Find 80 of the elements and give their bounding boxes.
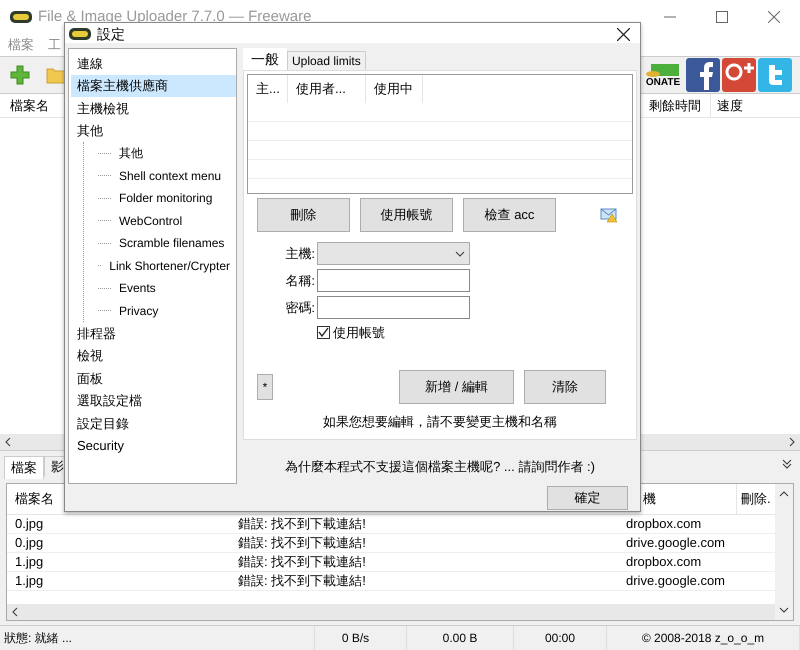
column-header[interactable]: 主...	[248, 75, 288, 103]
menu-item[interactable]: 檔案	[8, 35, 34, 55]
table-cell-text: drive.google.com	[625, 572, 726, 590]
button[interactable]: 新增 / 編輯	[399, 370, 514, 404]
maximize-icon[interactable]	[716, 11, 728, 23]
table-cell-text: 錯誤: 找不到下載連結!	[237, 515, 367, 534]
scroll-left-icon[interactable]	[4, 437, 12, 447]
tree-item[interactable]: Scramble filenames	[113, 232, 230, 254]
status-text: 0.00 B	[407, 626, 514, 650]
menu-item[interactable]: 工	[48, 35, 61, 55]
scroll-right-icon[interactable]	[788, 437, 796, 447]
table-cell-text: 錯誤: 找不到下載連結!	[237, 534, 367, 552]
tree-item[interactable]: 選取設定檔	[71, 390, 148, 412]
tree-item[interactable]: Events	[113, 277, 162, 300]
scroll-down-icon[interactable]	[779, 606, 789, 614]
app-logo-icon	[69, 28, 91, 40]
tree-item[interactable]: Shell context menu	[113, 164, 228, 187]
host-label: 主機:	[284, 244, 316, 263]
column-header[interactable]: 速度	[710, 94, 800, 117]
table-cell-text: 0.jpg	[14, 534, 44, 552]
tree-item[interactable]: 檢視	[71, 344, 109, 367]
money-icon	[645, 62, 681, 78]
table-cell-text: 1.jpg	[14, 553, 44, 572]
table-cell-text: dropbox.com	[625, 515, 702, 534]
double-chevron-icon[interactable]	[782, 459, 792, 469]
app-logo-icon	[10, 11, 32, 23]
star-button[interactable]: *	[257, 374, 273, 400]
tab[interactable]: 檔案	[4, 456, 44, 479]
tree-item[interactable]: 面板	[71, 367, 109, 390]
tree-item[interactable]: 主機檢視	[71, 97, 135, 120]
status-text: 00:00	[514, 626, 607, 650]
status-text: © 2008-2018 z_o_o_m	[607, 626, 800, 650]
tree-item[interactable]: Privacy	[113, 300, 164, 322]
scroll-up-icon[interactable]	[779, 490, 789, 498]
tree-item[interactable]: 檔案主機供應商	[71, 74, 236, 97]
use-account-checkbox[interactable]	[317, 326, 330, 340]
table-cell-text: drive.google.com	[625, 534, 726, 552]
plus-icon[interactable]	[10, 65, 30, 85]
table-cell-text: dropbox.com	[625, 553, 702, 572]
tree-item[interactable]: 設定目錄	[71, 412, 135, 434]
password-label: 密碼:	[284, 298, 316, 317]
tree-item[interactable]: WebControl	[113, 210, 188, 232]
scroll-left-icon[interactable]	[11, 607, 19, 617]
password-field[interactable]	[317, 296, 470, 319]
tree-item[interactable]: 連線	[71, 52, 109, 74]
tab[interactable]: 一般	[243, 48, 287, 70]
tree-item[interactable]: 其他	[71, 120, 109, 142]
close-icon[interactable]	[617, 28, 630, 40]
tree-item[interactable]: Folder monitoring	[113, 187, 218, 210]
table-cell-text: 錯誤: 找不到下載連結!	[237, 572, 367, 590]
facebook-icon[interactable]	[686, 58, 720, 92]
tab[interactable]: Upload limits	[287, 51, 366, 70]
column-header[interactable]: 使用者...	[288, 75, 366, 103]
window-title: File & Image Uploader 7.7.0 — Freeware	[38, 6, 312, 27]
table-cell-text: 1.jpg	[14, 572, 44, 590]
google-plus-icon[interactable]	[722, 58, 756, 92]
status-text: 狀態: 就緒 ...	[0, 626, 315, 650]
table-cell-text: 0.jpg	[14, 515, 44, 534]
tree-item[interactable]: 排程器	[71, 322, 122, 344]
tree-item[interactable]: Link Shortener/Crypter	[103, 254, 236, 277]
dialog-title: 設定	[97, 24, 125, 44]
chevron-down-icon	[455, 250, 465, 256]
footer-text: 為什麼本程式不支援這個檔案主機呢? ... 請詢問作者 :)	[284, 458, 596, 476]
button[interactable]: 清除	[524, 370, 606, 404]
button[interactable]: 使用帳號	[360, 198, 453, 232]
tree-item[interactable]: Security	[71, 434, 130, 457]
table-cell-text: 錯誤: 找不到下載連結!	[237, 553, 367, 572]
button[interactable]: 檢查 acc	[463, 198, 556, 232]
use-account-label[interactable]: 使用帳號	[333, 323, 385, 342]
mail-warning-icon[interactable]	[600, 207, 618, 223]
column-header[interactable]: 使用中	[366, 75, 423, 103]
button[interactable]: 刪除	[257, 198, 350, 232]
hint-text: 如果您想要編輯，請不要變更主機和名稱	[322, 412, 558, 430]
name-label: 名稱:	[284, 272, 316, 290]
tree-item[interactable]: 其他	[113, 142, 149, 164]
status-text: 0 B/s	[315, 626, 407, 650]
folder-icon[interactable]	[46, 66, 66, 84]
ok-button[interactable]: 確定	[547, 486, 628, 510]
donate-badge[interactable]: ONATE	[642, 62, 684, 88]
name-field[interactable]	[317, 269, 470, 292]
